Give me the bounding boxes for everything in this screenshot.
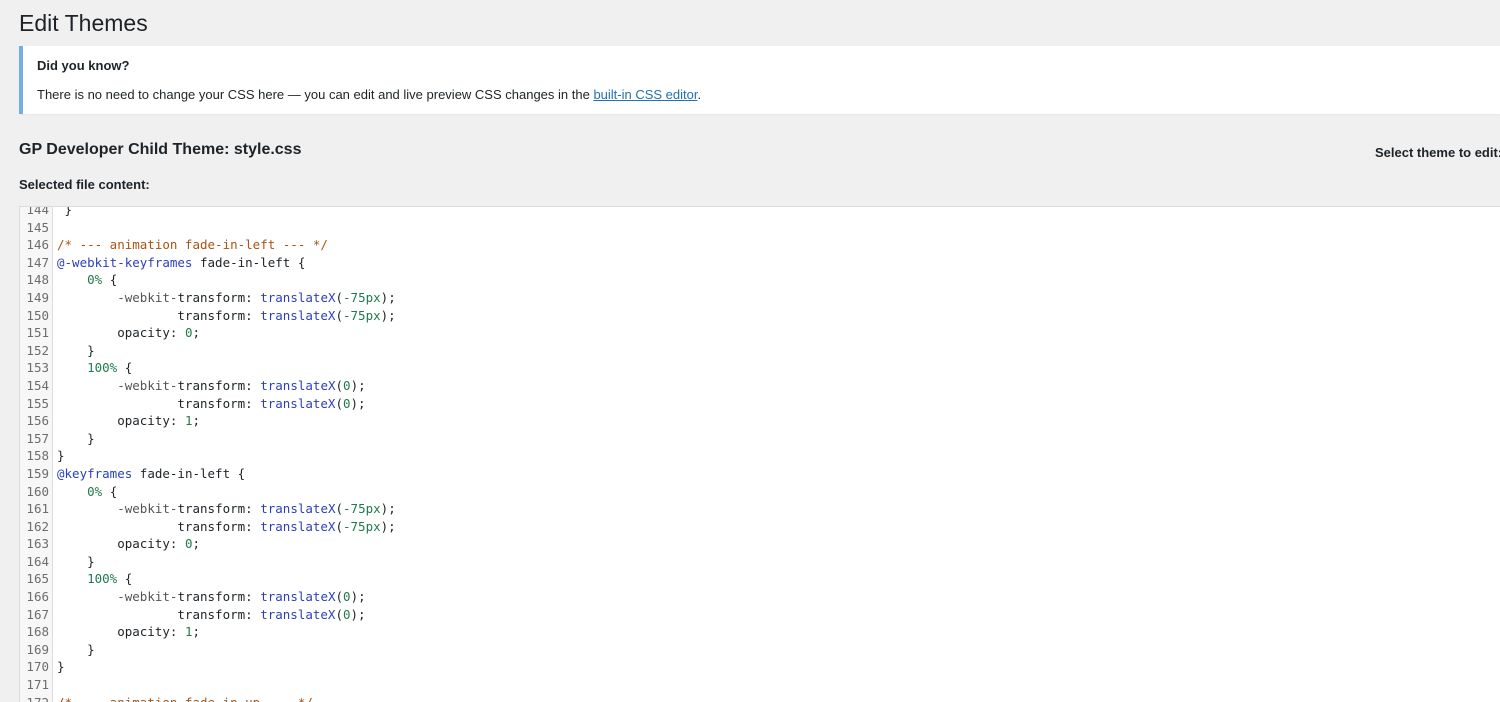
code-text: @keyframes fade-in-left {: [57, 465, 246, 481]
code-text: }: [57, 342, 95, 358]
code-text: }: [57, 553, 95, 569]
code-text: opacity: 0;: [57, 536, 200, 552]
code-text: opacity: 1;: [57, 624, 200, 640]
code-line: 161 -webkit-transform: translateX(-75px)…: [20, 500, 1500, 518]
code-line: 170}: [20, 658, 1500, 676]
code-text: transform: translateX(0);: [57, 606, 366, 622]
code-text: 100% {: [87, 360, 133, 376]
code-line: 155 transform: translateX(0);: [20, 395, 1500, 413]
code-text: transform: translateX(-75px);: [57, 518, 396, 534]
css-editor-link[interactable]: built-in CSS editor: [593, 87, 697, 102]
line-number: 168: [26, 624, 49, 640]
line-number: 171: [26, 677, 49, 693]
line-number: 172: [20, 694, 49, 702]
code-text: 0% {: [87, 272, 118, 288]
line-number: 167: [26, 606, 49, 622]
line-number: 170: [26, 659, 49, 675]
code-text: -webkit-transform: translateX(0);: [117, 377, 366, 393]
code-text: -webkit-transform: translateX(-75px);: [117, 289, 396, 305]
code-line: 152 }: [20, 342, 1500, 360]
code-text: transform: translateX(-75px);: [57, 307, 396, 323]
code-line: 157 }: [20, 430, 1500, 448]
line-number: 165: [26, 571, 49, 587]
code-line: 159 @keyframes fade-in-left {: [20, 465, 1500, 483]
line-number: 154: [26, 377, 49, 393]
line-number: 156: [26, 413, 49, 429]
code-line: 150 transform: translateX(-75px);: [20, 307, 1500, 325]
code-line: 166 -webkit-transform: translateX(0);: [20, 588, 1500, 606]
line-number: 148: [26, 272, 49, 288]
file-title: GP Developer Child Theme: style.css: [19, 141, 302, 158]
line-number: 158: [26, 448, 49, 464]
code-text: }: [57, 206, 73, 217]
notice-text-after: .: [697, 87, 702, 102]
line-number: 160: [26, 483, 49, 499]
code-text: }: [57, 659, 65, 675]
code-line: 156 opacity: 1;: [20, 412, 1500, 430]
did-you-know-notice: Did you know? There is no need to change…: [19, 46, 1500, 114]
code-line: 144 }: [20, 206, 1500, 219]
code-line: 148 0% {: [20, 271, 1500, 289]
line-number: 150: [26, 307, 49, 323]
code-text: -webkit-transform: translateX(0);: [117, 589, 366, 605]
code-text: @-webkit-keyframes fade-in-left {: [57, 254, 306, 270]
code-line: 158}: [20, 447, 1500, 465]
page-title: Edit Themes: [19, 10, 148, 36]
code-line: 163 opacity: 0;: [20, 535, 1500, 553]
line-number: 153: [26, 360, 49, 376]
code-line: 172 /* --- animation fade-in-up --- */: [20, 694, 1500, 702]
code-line: 167 transform: translateX(0);: [20, 606, 1500, 624]
line-number: 149: [26, 289, 49, 305]
line-number: 155: [26, 395, 49, 411]
code-lines: 144 } 145 146/* --- animation fade-in-left…: [20, 206, 1500, 702]
code-line: 162 transform: translateX(-75px);: [20, 518, 1500, 536]
code-text: 100% {: [87, 571, 133, 587]
code-text: /* --- animation fade-in-left --- */: [57, 237, 328, 253]
line-number: 166: [26, 589, 49, 605]
code-line: 147 @-webkit-keyframes fade-in-left {: [20, 254, 1500, 272]
code-text: /* --- animation fade-in-up --- */: [57, 694, 313, 702]
line-number: 145: [26, 219, 49, 235]
code-text: opacity: 1;: [57, 413, 200, 429]
code-text: 0% {: [87, 483, 118, 499]
line-number: 163: [26, 536, 49, 552]
line-number: 157: [26, 430, 49, 446]
notice-text-before: There is no need to change your CSS here…: [37, 87, 594, 102]
code-text: transform: translateX(0);: [57, 395, 366, 411]
line-number: 169: [26, 641, 49, 657]
code-text: opacity: 0;: [57, 325, 200, 341]
code-line: 153 100% {: [20, 359, 1500, 377]
code-editor[interactable]: 144 } 145 146/* --- animation fade-in-left…: [19, 206, 1500, 702]
selected-file-content-label: Selected file content:: [19, 177, 150, 192]
code-text: }: [57, 641, 95, 657]
line-number: 161: [26, 501, 49, 517]
code-line: 168 opacity: 1;: [20, 623, 1500, 641]
code-line: 146 /* --- animation fade-in-left --- */: [20, 236, 1500, 254]
line-number: 162: [26, 518, 49, 534]
line-number: 144: [26, 206, 49, 217]
notice-title: Did you know?: [37, 58, 130, 73]
line-number: 147: [26, 254, 49, 270]
code-line: 169 }: [20, 641, 1500, 659]
line-number: 152: [26, 342, 49, 358]
code-line: 171: [20, 676, 1500, 694]
code-line: 149 -webkit-transform: translateX(-75px)…: [20, 289, 1500, 307]
line-number: 164: [26, 553, 49, 569]
code-line: 160 0% {: [20, 483, 1500, 501]
select-theme-label: Select theme to edit:: [1375, 145, 1500, 160]
code-line: 164 }: [20, 553, 1500, 571]
line-number: 159: [26, 465, 49, 481]
line-number: 146: [26, 237, 49, 253]
notice-text: There is no need to change your CSS here…: [37, 87, 701, 103]
code-line: 165 100% {: [20, 570, 1500, 588]
code-line: 154 -webkit-transform: translateX(0);: [20, 377, 1500, 395]
line-number: 151: [26, 325, 49, 341]
code-line: 151 opacity: 0;: [20, 324, 1500, 342]
code-text: }: [57, 430, 95, 446]
code-line: 145: [20, 219, 1500, 237]
code-text: }: [57, 448, 65, 464]
code-text: -webkit-transform: translateX(-75px);: [117, 501, 396, 517]
